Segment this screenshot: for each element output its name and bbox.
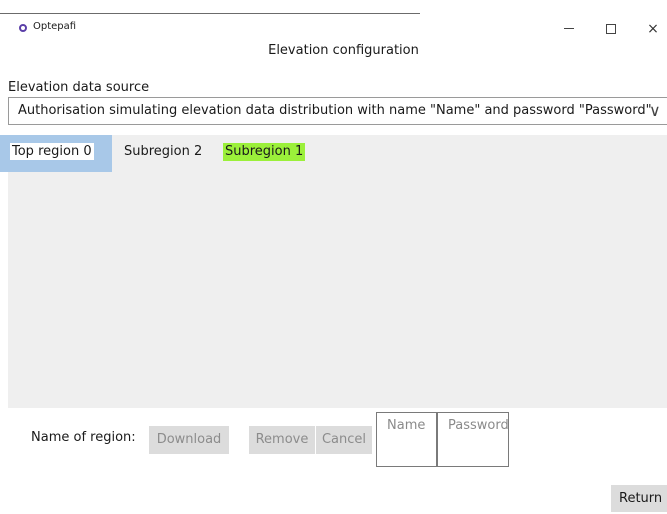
- download-button[interactable]: Download: [149, 426, 229, 454]
- password-input[interactable]: Password: [437, 412, 509, 467]
- password-input-placeholder: Password: [448, 418, 509, 433]
- elevation-configuration-window: Optepafi × Elevation configuration Eleva…: [0, 0, 667, 514]
- return-button[interactable]: Return: [611, 485, 667, 512]
- maximize-button[interactable]: [601, 21, 621, 37]
- name-input-placeholder: Name: [387, 418, 426, 433]
- elevation-source-select[interactable]: Authorisation simulating elevation data …: [8, 97, 667, 125]
- close-icon: ×: [647, 21, 659, 37]
- region-name-label: Name of region:: [31, 430, 136, 445]
- app-logo-icon: [19, 24, 27, 32]
- close-button[interactable]: ×: [643, 21, 663, 37]
- elevation-source-value: Authorisation simulating elevation data …: [18, 103, 652, 118]
- region-item-top-region-0[interactable]: Top region 0: [0, 135, 112, 172]
- maximize-icon: [606, 24, 616, 34]
- minimize-button[interactable]: [559, 21, 579, 37]
- region-tree-panel: Top region 0 Subregion 2 Subregion 1: [0, 135, 667, 408]
- region-item-subregion-1[interactable]: Subregion 1: [223, 143, 306, 161]
- app-name: Optepafi: [33, 21, 77, 32]
- name-input[interactable]: Name: [376, 412, 437, 467]
- region-item-subregion-2[interactable]: Subregion 2: [124, 143, 202, 161]
- cancel-button[interactable]: Cancel: [316, 426, 372, 454]
- minimize-icon: [564, 28, 574, 29]
- title-bar[interactable]: Optepafi ×: [0, 14, 667, 44]
- window-top-edge: [0, 0, 420, 14]
- elevation-source-label: Elevation data source: [8, 80, 150, 95]
- chevron-down-icon: ∨: [649, 101, 661, 120]
- dialog-title-text: Elevation configuration: [268, 43, 419, 58]
- remove-button[interactable]: Remove: [249, 426, 315, 454]
- dialog-title: Elevation configuration: [0, 43, 667, 58]
- region-actions-bar: Name of region: Download Remove Cancel N…: [0, 408, 667, 514]
- region-item-label: Top region 0: [10, 143, 94, 160]
